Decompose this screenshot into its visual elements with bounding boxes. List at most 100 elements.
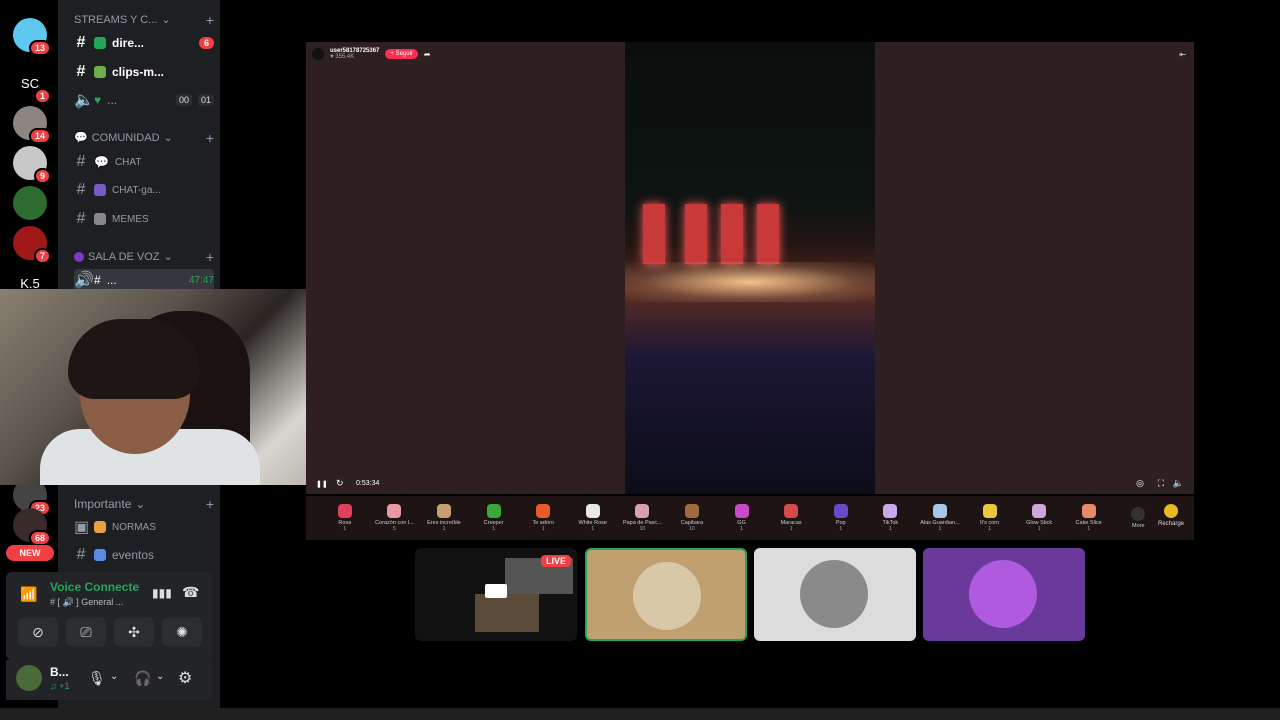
category-sala-voz[interactable]: SALA DE VOZ ⌄ + [74,249,214,265]
channel-label: MEMES [112,213,149,225]
category-label: SALA DE VOZ [88,250,160,263]
server-icon-5[interactable] [13,186,47,220]
more-gifts-button[interactable]: More [1114,507,1164,529]
gift-item[interactable]: Te adoro 1 [518,504,568,532]
gift-item[interactable]: Capibara 10 [667,504,717,532]
gift-item[interactable]: Maracas 1 [766,504,816,532]
settings-icon[interactable]: ◎ [1136,478,1144,489]
host-likes: ♥ 355.4K [330,54,355,60]
noise-suppression-icon[interactable]: ▮▮▮ [152,586,172,600]
participant-tile-2[interactable] [754,548,916,641]
gift-icon [1032,504,1047,518]
category-importante[interactable]: Importante ⌄ + [74,496,214,512]
chevron-down-icon[interactable]: ⌄ [156,671,164,682]
gift-item[interactable]: Eres increíble 1 [419,504,469,532]
pause-icon[interactable]: ❚❚ [316,480,328,488]
soundboard-button[interactable]: ✺ [162,618,202,646]
participant-avatar [633,562,701,630]
gift-item[interactable]: TikTok 1 [866,504,916,532]
add-channel-icon[interactable]: + [206,130,214,146]
collapse-icon[interactable]: ⇤ [1179,50,1186,59]
speech-bubble-icon: 💬 [74,132,88,144]
add-channel-icon[interactable]: + [206,12,214,28]
host-avatar[interactable] [312,48,324,60]
gift-item[interactable]: Corazón con l... 5 [370,504,420,532]
voice-status[interactable]: Voice Connecte [50,580,139,594]
channel-voice-active[interactable]: 🔊 #... 47:47 [74,269,214,291]
channel-label: eventos [112,548,155,562]
gift-item[interactable]: Creeper 1 [469,504,519,532]
gift-icon [833,504,848,518]
share-icon[interactable]: ➦ [424,50,431,59]
recharge-button[interactable]: Recharge [1158,504,1184,527]
server-icon-3[interactable]: 14 [13,106,51,144]
gift-item[interactable]: Glow Stick 1 [1014,504,1064,532]
headphones-icon[interactable]: 🎧 [134,670,151,687]
channel-clips[interactable]: # clips-m... [74,61,214,83]
channel-direct[interactable]: # dire... 6 [74,32,214,54]
category-comunidad[interactable]: 💬 COMUNIDAD ⌄ + [74,130,214,146]
gear-icon[interactable]: ⚙ [178,668,192,688]
participant-tile-3[interactable] [923,548,1085,641]
server-icon-9[interactable]: 68 [13,508,51,546]
host-info: user58178725367 ♥ 355.4K + Seguir ➦ [312,48,431,60]
refresh-icon[interactable]: ↻ [336,478,344,489]
gift-item[interactable]: Pop 1 [816,504,866,532]
stage-screen [721,204,743,264]
channel-chat-ga[interactable]: # CHAT-ga... [74,179,214,201]
disconnect-icon[interactable]: ☎ [182,584,199,601]
participant-tile-1[interactable] [585,548,747,641]
camera-off-button[interactable]: ⊘ [18,618,58,646]
volume-icon[interactable]: 🔈 [1173,478,1184,489]
gift-item[interactable]: Cake Slice 1 [1064,504,1114,532]
gift-price: 1 [839,526,843,532]
screen-share-button[interactable]: ⎚ [66,618,106,646]
gift-item[interactable]: It's corn 1 [965,504,1015,532]
channel-label: ... [107,93,118,107]
server-badge: 68 [28,530,51,546]
stream-preview-tile[interactable]: LIVE [415,548,577,641]
server-icon-6[interactable]: 7 [13,226,51,264]
username[interactable]: B... [50,665,69,679]
gift-item[interactable]: White Rose 1 [568,504,618,532]
gift-price: 1 [888,526,892,532]
hash-icon: # [76,181,86,198]
channel-label: ... [106,273,117,287]
activities-button[interactable]: ✣ [114,618,154,646]
channel-normas[interactable]: ▣ NORMAS [74,516,214,538]
webcam-overlay [0,289,338,485]
taskbar [0,708,1280,720]
screen-share-icon: ⎚ [80,623,92,640]
add-channel-icon[interactable]: + [206,496,214,512]
live-badge: LIVE [540,555,571,567]
gift-item[interactable]: GG 1 [717,504,767,532]
channel-memes[interactable]: # MEMES [74,208,214,230]
fullscreen-icon[interactable]: ⛶ [1158,478,1164,489]
speech-bubble-icon: 💬 [94,155,109,169]
gift-item[interactable]: Papa de Pasc... 10 [618,504,668,532]
user-count: 00 [175,94,192,106]
gift-icon [932,504,947,518]
channel-eventos[interactable]: # eventos [74,544,214,566]
chevron-down-icon[interactable]: ⌄ [110,671,118,682]
microphone-icon[interactable]: 🎙 [88,670,106,687]
server-icon-4[interactable]: 9 [13,146,51,184]
gift-price: 1 [492,526,495,532]
gift-icon [337,504,352,518]
avatar[interactable] [16,665,42,691]
server-icon-1[interactable]: 13 [13,18,51,56]
gift-item[interactable]: Rosa 1 [320,504,370,532]
concert-video[interactable] [625,42,875,494]
preview-webcam [475,594,539,632]
channel-voice-stream[interactable]: 🔈 ♥... 00 01 [74,89,214,111]
follow-button[interactable]: + Seguir [385,49,418,59]
channel-chat[interactable]: # 💬 CHAT [74,151,214,173]
server-icon-2[interactable]: SC 1 [13,66,51,104]
gift-item[interactable]: Alas Guardian... 1 [915,504,965,532]
gift-price: 1 [938,526,942,532]
category-label: Importante [74,497,132,511]
add-channel-icon[interactable]: + [206,249,214,265]
category-streams[interactable]: STREAMS Y C... ⌄ + [74,12,214,28]
voice-channel-name[interactable]: # [ 🔊 ] General ... [50,597,123,608]
gift-price: 1 [343,526,347,532]
